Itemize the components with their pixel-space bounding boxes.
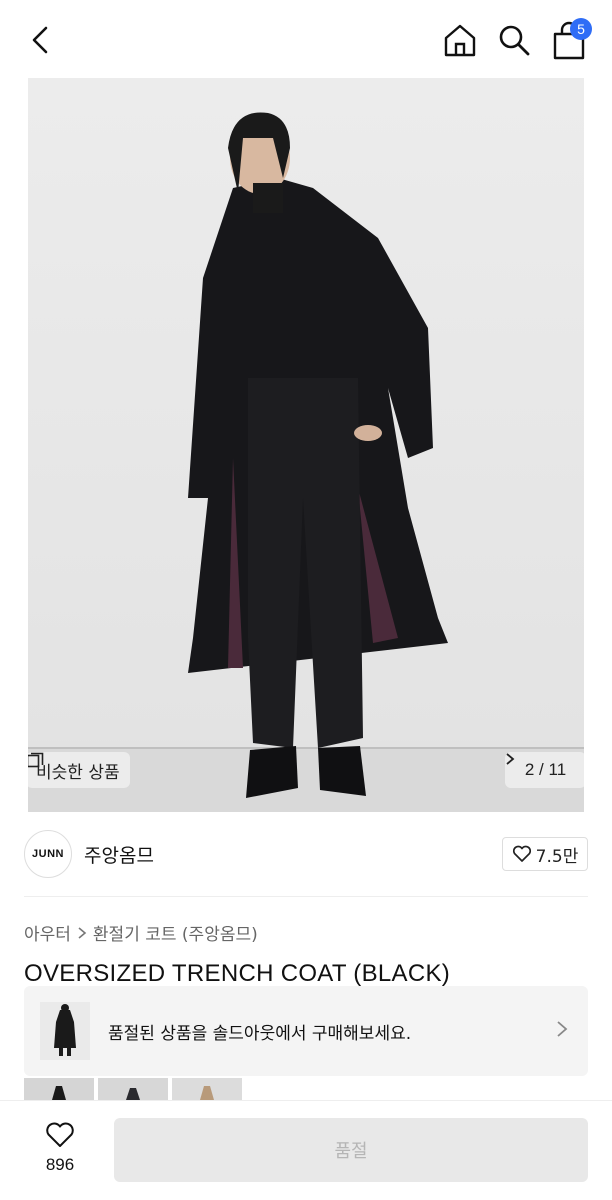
variant-thumbnail[interactable]: [24, 1078, 94, 1100]
pager-separator: /: [539, 760, 544, 779]
variant-beige-image: [172, 1078, 242, 1100]
breadcrumb: 아우터 환절기 코트 (주앙옴므): [24, 920, 258, 945]
chevron-right-icon: [557, 1021, 568, 1037]
soldout-buy-button[interactable]: 품절: [114, 1118, 588, 1182]
chevron-right-icon: [78, 926, 87, 939]
brand-row: JUNN 주앙옴므 7.5만: [24, 830, 588, 878]
chevron-right-icon: [506, 753, 515, 765]
brand-name[interactable]: 주앙옴므: [84, 841, 154, 868]
breadcrumb-category[interactable]: 아우터: [24, 920, 71, 945]
pager-current: 2: [524, 760, 535, 779]
similar-products-button[interactable]: 비슷한 상품: [28, 752, 130, 788]
variant-black-image: [24, 1078, 94, 1100]
cart-button[interactable]: 5: [548, 18, 592, 62]
brand-like-button[interactable]: 7.5만: [502, 837, 588, 871]
soldout-banner[interactable]: 품절된 상품을 솔드아웃에서 구매해보세요.: [24, 986, 588, 1076]
brand-logo-text: JUNN: [32, 848, 64, 860]
image-pager[interactable]: 2 / 11: [505, 752, 584, 788]
variant-charcoal-image: [98, 1078, 168, 1100]
back-icon[interactable]: [24, 22, 60, 58]
search-icon[interactable]: [494, 20, 534, 60]
divider: [24, 896, 588, 897]
breadcrumb-subcategory[interactable]: 환절기 코트 (주앙옴므): [93, 920, 258, 945]
pager-text: 2 / 11: [525, 760, 566, 780]
heart-icon: [512, 845, 531, 862]
variant-thumbnail[interactable]: [172, 1078, 242, 1100]
product-thumbnail-image: [40, 1002, 90, 1060]
brand-logo[interactable]: JUNN: [24, 830, 72, 878]
pager-total: 11: [548, 760, 567, 779]
similar-items-icon: [28, 752, 44, 768]
soldout-product-thumbnail: [40, 1002, 90, 1060]
variant-thumbnail[interactable]: [98, 1078, 168, 1100]
wishlist-count: 896: [45, 1155, 75, 1174]
home-icon[interactable]: [440, 20, 480, 60]
cart-count-badge: 5: [570, 18, 592, 40]
top-navigation-bar: 5: [0, 0, 612, 78]
color-variant-thumbnails: [24, 1078, 242, 1100]
brand-like-count: 7.5만: [535, 846, 579, 867]
soldout-message: 품절된 상품을 솔드아웃에서 구매해보세요.: [108, 1024, 412, 1044]
product-image[interactable]: 비슷한 상품 2 / 11: [28, 78, 584, 812]
wishlist-button[interactable]: 896: [34, 1121, 86, 1181]
similar-products-label: 비슷한 상품: [36, 762, 120, 783]
product-title: OVERSIZED TRENCH COAT (BLACK): [24, 960, 451, 987]
bottom-action-bar: 896 품절: [0, 1100, 612, 1200]
heart-icon: [46, 1122, 74, 1147]
model-in-trench-coat-image: [28, 78, 584, 812]
